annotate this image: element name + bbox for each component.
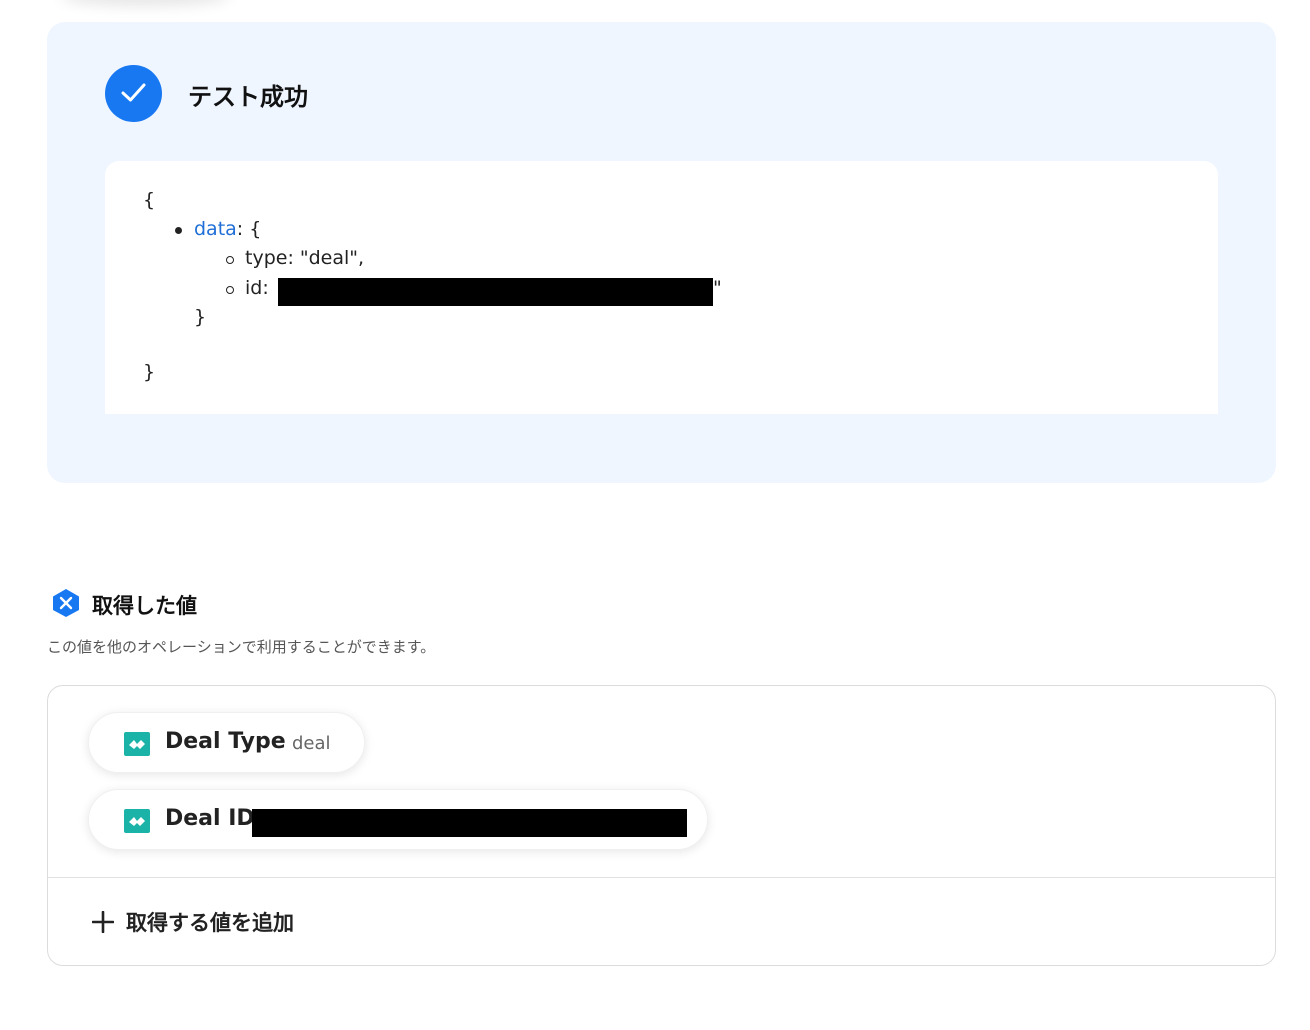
json-data-line: data: { (194, 218, 261, 240)
variable-hexagon-icon (53, 589, 79, 617)
app-logo-icon (124, 732, 150, 756)
value-chip-label: Deal Type (165, 729, 286, 754)
add-value-button[interactable]: 取得する値を追加 (92, 907, 294, 937)
result-title: テスト成功 (188, 83, 308, 111)
test-result-panel: テスト成功 { data: { type: "deal", id: " } } (47, 22, 1276, 483)
value-chip-label: Deal ID (165, 806, 255, 831)
divider (48, 877, 1275, 878)
json-id-quote: " (713, 277, 722, 299)
values-section-description: この値を他のオペレーションで利用することができます。 (47, 638, 436, 656)
values-section-title: 取得した値 (92, 594, 197, 618)
json-id-label: id: (245, 277, 269, 299)
redacted-id (278, 278, 713, 306)
app-logo-icon (124, 809, 150, 833)
json-open-brace: { (143, 189, 156, 211)
value-chip-value: deal (292, 733, 331, 754)
redacted-deal-id (252, 809, 687, 837)
json-data-key: data (194, 218, 237, 240)
retrieved-values-list: Deal Type deal Deal ID 取得する値を追加 (47, 685, 1276, 966)
value-chip-deal-type[interactable]: Deal Type deal (88, 712, 365, 773)
success-check-icon (105, 65, 162, 122)
add-value-label: 取得する値を追加 (126, 911, 294, 935)
json-data-suffix: : { (236, 218, 262, 240)
json-inner-close: } (194, 306, 207, 328)
value-chip-deal-id[interactable]: Deal ID (88, 789, 708, 850)
json-type-line: type: "deal", (245, 247, 365, 269)
list-bullet (175, 227, 182, 234)
json-outer-close: } (143, 361, 156, 383)
list-bullet (226, 256, 234, 264)
list-bullet (226, 286, 234, 294)
json-preview: { data: { type: "deal", id: " } } (105, 161, 1218, 414)
plus-icon (92, 911, 114, 933)
